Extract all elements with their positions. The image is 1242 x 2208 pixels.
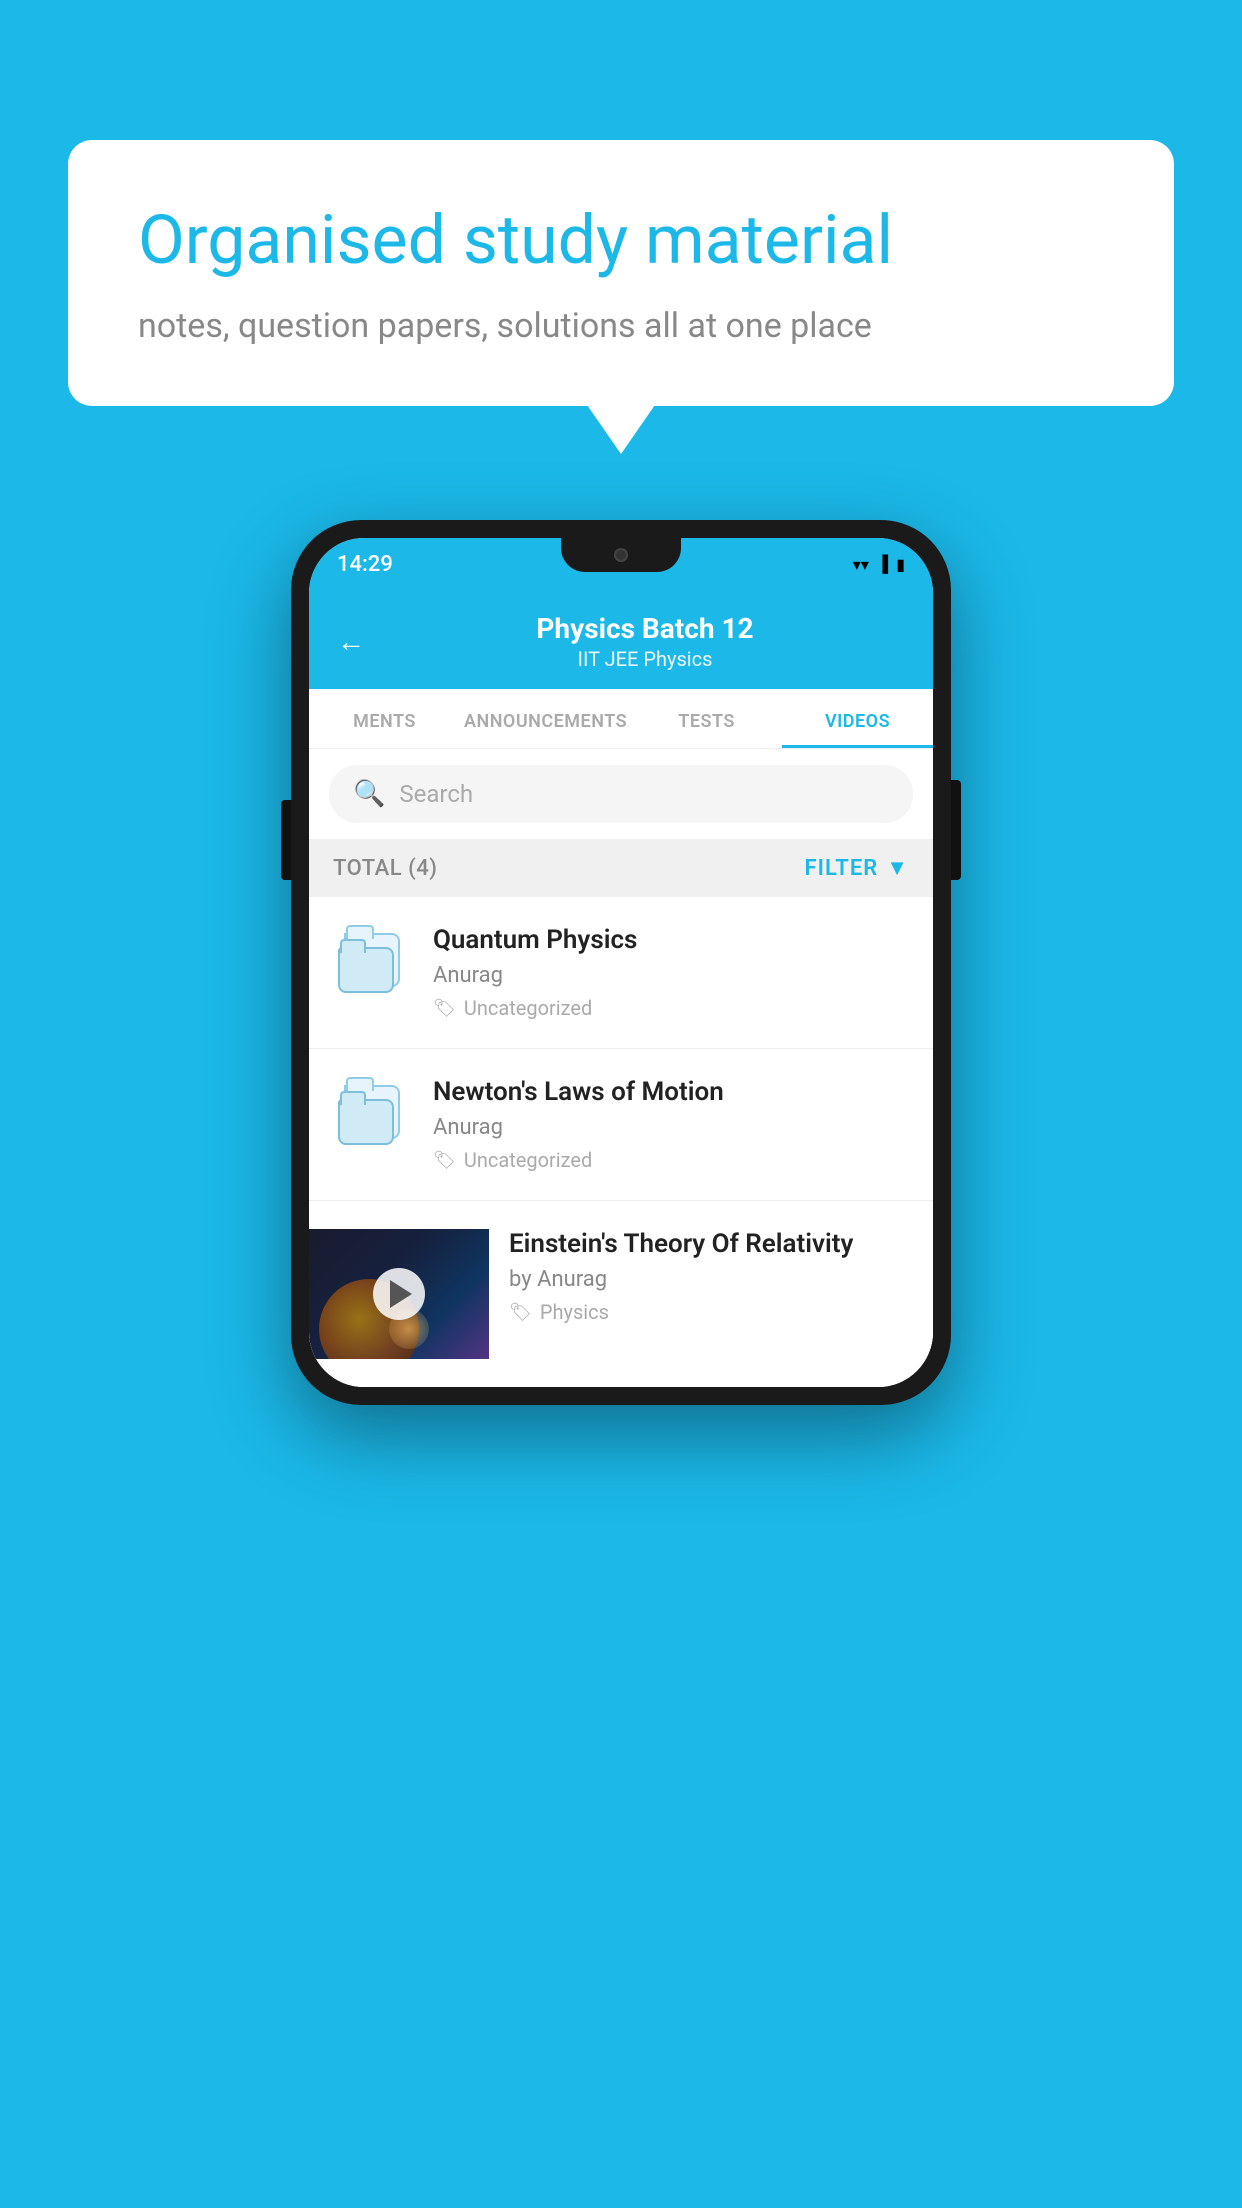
header-subtitle: IIT JEE Physics: [385, 647, 905, 671]
video-title: Einstein's Theory Of Relativity: [509, 1229, 893, 1259]
status-time: 14:29: [337, 552, 393, 577]
tag-label: Physics: [540, 1300, 609, 1324]
play-button[interactable]: [373, 1268, 425, 1320]
tag-label: Uncategorized: [464, 1148, 592, 1172]
tag-icon: 🏷: [433, 998, 456, 1019]
status-bar: 14:29 ▾▾ ▐ ▮: [309, 538, 933, 590]
video-thumb-2: [333, 1077, 413, 1157]
folder-front: [338, 1099, 394, 1145]
total-count: TOTAL (4): [333, 856, 437, 881]
video-thumb-1: [333, 925, 413, 1005]
filter-bar: TOTAL (4) FILTER ▼: [309, 839, 933, 897]
battery-icon: ▮: [896, 555, 905, 574]
tag-label: Uncategorized: [464, 996, 592, 1020]
video-info-3: Einstein's Theory Of Relativity by Anura…: [509, 1229, 909, 1324]
search-placeholder: Search: [399, 780, 473, 808]
video-info-1: Quantum Physics Anurag 🏷 Uncategorized: [433, 925, 909, 1020]
video-list: Quantum Physics Anurag 🏷 Uncategorized: [309, 897, 933, 1387]
filter-label: FILTER: [805, 856, 879, 881]
filter-icon: ▼: [886, 855, 909, 881]
search-icon: 🔍: [353, 779, 385, 809]
signal-icon: ▐: [877, 554, 888, 574]
list-item[interactable]: Newton's Laws of Motion Anurag 🏷 Uncateg…: [309, 1049, 933, 1201]
video-author: by Anurag: [509, 1267, 893, 1292]
phone-screen: 14:29 ▾▾ ▐ ▮ ← Physics Batch 12 IIT JEE …: [309, 538, 933, 1387]
tag-icon: 🏷: [509, 1302, 532, 1323]
speech-bubble-wrapper: Organised study material notes, question…: [68, 140, 1174, 406]
play-icon: [390, 1280, 412, 1308]
video-title: Newton's Laws of Motion: [433, 1077, 909, 1107]
video-tag: 🏷 Uncategorized: [433, 1148, 909, 1172]
tab-announcements[interactable]: ANNOUNCEMENTS: [460, 689, 631, 748]
header-title-section: Physics Batch 12 IIT JEE Physics: [385, 612, 905, 671]
list-item[interactable]: Einstein's Theory Of Relativity by Anura…: [309, 1201, 933, 1387]
search-box[interactable]: 🔍 Search: [329, 765, 913, 823]
status-icons: ▾▾ ▐ ▮: [853, 554, 905, 574]
video-tag: 🏷 Physics: [509, 1300, 893, 1324]
folder-icon: [338, 933, 408, 997]
back-button[interactable]: ←: [337, 625, 365, 658]
folder-icon: [338, 1085, 408, 1149]
video-thumbnail: [309, 1229, 489, 1359]
video-author: Anurag: [433, 963, 909, 988]
tab-videos[interactable]: VIDEOS: [782, 689, 933, 748]
search-container: 🔍 Search: [309, 749, 933, 839]
speech-bubble: Organised study material notes, question…: [68, 140, 1174, 406]
video-tag: 🏷 Uncategorized: [433, 996, 909, 1020]
folder-front: [338, 947, 394, 993]
video-author: Anurag: [433, 1115, 909, 1140]
phone-outer: 14:29 ▾▾ ▐ ▮ ← Physics Batch 12 IIT JEE …: [291, 520, 951, 1405]
tab-tests[interactable]: TESTS: [631, 689, 782, 748]
filter-button[interactable]: FILTER ▼: [805, 855, 909, 881]
camera-dot: [614, 548, 628, 562]
app-header: ← Physics Batch 12 IIT JEE Physics: [309, 590, 933, 689]
bubble-subtitle: notes, question papers, solutions all at…: [138, 306, 1104, 346]
tag-icon: 🏷: [433, 1150, 456, 1171]
header-title: Physics Batch 12: [385, 612, 905, 645]
video-info-2: Newton's Laws of Motion Anurag 🏷 Uncateg…: [433, 1077, 909, 1172]
video-title: Quantum Physics: [433, 925, 909, 955]
tab-ments[interactable]: MENTS: [309, 689, 460, 748]
phone-mockup: 14:29 ▾▾ ▐ ▮ ← Physics Batch 12 IIT JEE …: [291, 520, 951, 1405]
notch: [561, 538, 681, 572]
wifi-icon: ▾▾: [853, 555, 869, 574]
list-item[interactable]: Quantum Physics Anurag 🏷 Uncategorized: [309, 897, 933, 1049]
tabs-bar: MENTS ANNOUNCEMENTS TESTS VIDEOS: [309, 689, 933, 749]
play-overlay: [309, 1229, 489, 1359]
bubble-title: Organised study material: [138, 200, 1104, 282]
